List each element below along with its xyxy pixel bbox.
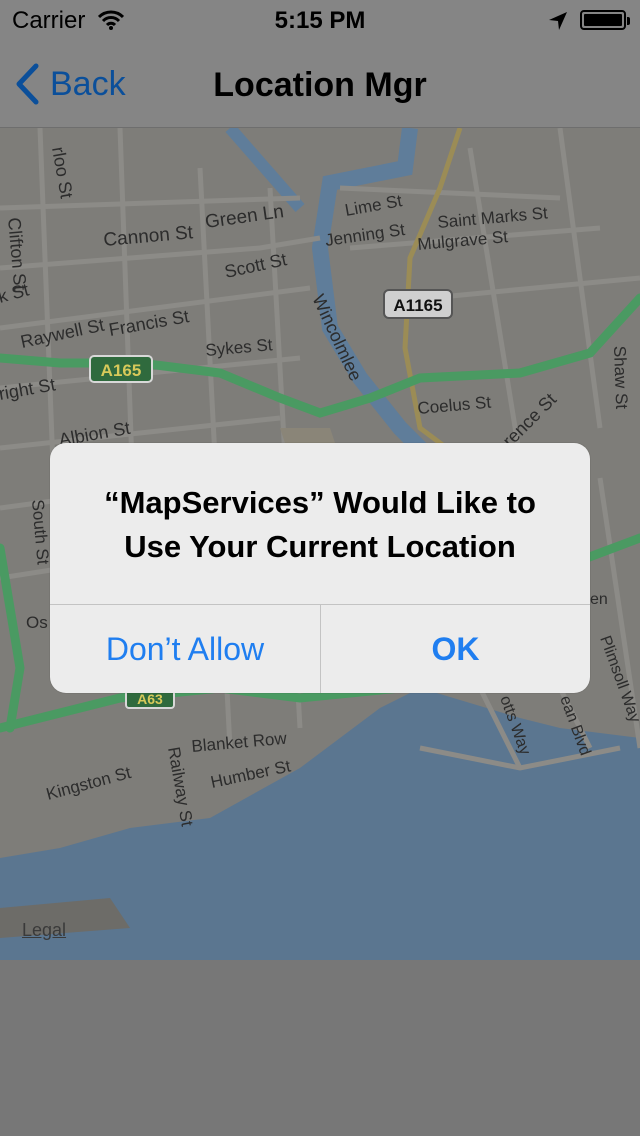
status-time: 5:15 PM (274, 7, 366, 34)
location-arrow-icon (548, 10, 568, 38)
street-label: Clifton St (4, 217, 30, 291)
location-permission-alert: “MapServices” Would Like to Use Your Cur… (50, 443, 590, 693)
street-label: Railway St (164, 745, 197, 828)
svg-text:A63: A63 (137, 691, 163, 707)
street-label: Kingston St (44, 763, 133, 804)
street-label: Wincolmlee (308, 291, 365, 384)
status-bar: Carrier 5:15 PM (0, 0, 640, 40)
alert-message-line-1: “MapServices” Would Like to (104, 485, 536, 520)
street-label: Scott St (223, 249, 289, 282)
legal-link[interactable]: Legal (22, 920, 66, 941)
dont-allow-button[interactable]: Don’t Allow (50, 605, 320, 693)
street-label: Os (26, 613, 48, 632)
street-label: South St (28, 499, 53, 566)
street-label: Cannon St (103, 222, 195, 251)
road-badge-a1165: A1165 (383, 289, 453, 319)
svg-text:A165: A165 (101, 361, 142, 380)
street-label: Shaw St (610, 345, 631, 409)
street-label: rloo St (48, 145, 77, 200)
street-label: Plimsoll Way (596, 634, 640, 725)
road-badge-a165: A165 (89, 355, 153, 383)
street-label: Sykes St (205, 335, 274, 360)
navigation-bar: Back Location Mgr (0, 40, 640, 128)
page-title: Location Mgr (213, 66, 427, 104)
street-label: Mulgrave St (417, 227, 509, 254)
ok-button[interactable]: OK (321, 605, 590, 693)
street-label: Blanket Row (191, 729, 288, 756)
empty-content-area (0, 960, 640, 1136)
alert-message: “MapServices” Would Like to Use Your Cur… (50, 481, 590, 569)
street-label: en (590, 591, 608, 608)
street-label: k St (0, 280, 31, 307)
battery-icon (580, 10, 630, 30)
street-label: Lime St (343, 191, 403, 220)
street-label: Coelus St (417, 393, 492, 418)
svg-text:A1165: A1165 (393, 296, 442, 315)
alert-message-line-2: Use Your Current Location (124, 529, 516, 564)
